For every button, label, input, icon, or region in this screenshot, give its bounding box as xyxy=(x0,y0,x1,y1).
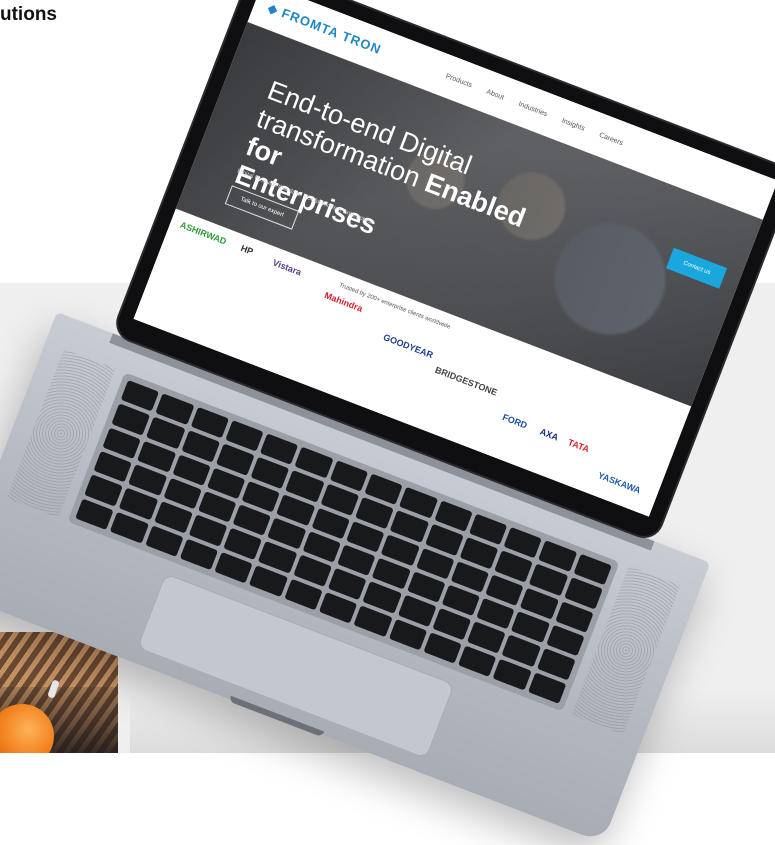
section-heading: utions xyxy=(0,4,57,25)
nav-link-about[interactable]: About xyxy=(485,88,505,101)
client-logo-hp: HP xyxy=(239,243,255,257)
client-logo-vistara: Vistara xyxy=(271,257,303,278)
nav-link-insights[interactable]: Insights xyxy=(561,117,586,132)
client-logo-ford: FORD xyxy=(501,412,529,431)
client-logo-bridgestone: BRIDGESTONE xyxy=(433,364,499,398)
client-logo-yaskawa: YASKAWA xyxy=(596,470,643,496)
nav-link-industries[interactable]: Industries xyxy=(518,100,549,117)
logo-icon: ◆ xyxy=(265,0,282,18)
nav-link-careers[interactable]: Careers xyxy=(598,131,624,146)
client-logo-axa: AXA xyxy=(538,426,560,443)
client-logo-tata: TATA xyxy=(566,437,591,455)
nav-link-products[interactable]: Products xyxy=(445,72,473,88)
client-logo-goodyear: GOODYEAR xyxy=(381,332,435,361)
